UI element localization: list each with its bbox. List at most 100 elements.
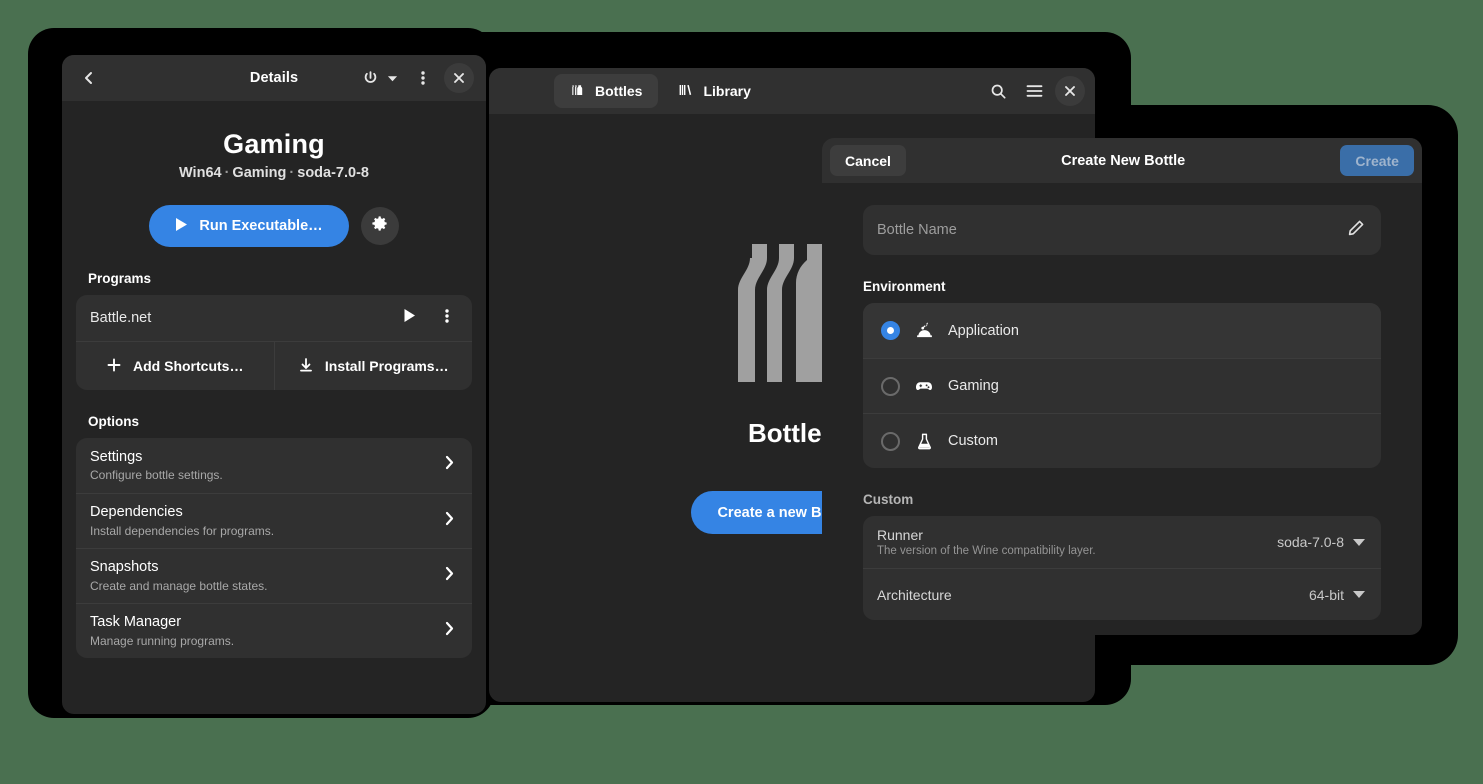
main-close-button[interactable] xyxy=(1055,76,1085,106)
chevron-right-icon xyxy=(443,454,456,476)
tab-library-label: Library xyxy=(703,83,750,99)
custom-row-desc: The version of the Wine compatibility la… xyxy=(877,545,1277,557)
option-row-task-manager[interactable]: Task Manager Manage running programs. xyxy=(76,603,472,658)
custom-row-title: Architecture xyxy=(877,587,1309,603)
pencil-icon[interactable] xyxy=(1347,219,1365,242)
close-icon xyxy=(1064,85,1076,97)
power-dropdown-caret-icon[interactable] xyxy=(382,63,402,93)
bottle-name-field[interactable]: Bottle Name xyxy=(863,205,1381,255)
details-menu-button[interactable] xyxy=(408,63,438,93)
option-title: Task Manager xyxy=(90,613,443,631)
bottle-settings-button[interactable] xyxy=(361,207,399,245)
radio-application[interactable] xyxy=(881,321,900,340)
chevron-right-icon xyxy=(443,565,456,587)
custom-row-architecture[interactable]: Architecture 64-bit xyxy=(863,568,1381,620)
custom-row-title: Runner xyxy=(877,527,1277,543)
add-shortcuts-label: Add Shortcuts… xyxy=(133,358,243,374)
custom-section-label: Custom xyxy=(863,492,1381,507)
create-dialog-title: Create New Bottle xyxy=(1061,153,1185,169)
environment-card: Application Gaming xyxy=(863,303,1381,468)
custom-card: Runner The version of the Wine compatibi… xyxy=(863,516,1381,620)
environment-option-custom[interactable]: Custom xyxy=(863,413,1381,468)
cancel-button[interactable]: Cancel xyxy=(830,145,906,176)
run-row: Run Executable… xyxy=(76,205,472,247)
runner-value: soda-7.0-8 xyxy=(1277,534,1344,550)
application-icon xyxy=(914,321,934,340)
environment-option-label: Application xyxy=(948,323,1019,339)
options-section-label: Options xyxy=(88,414,472,429)
kebab-menu-icon xyxy=(445,308,449,329)
radio-custom[interactable] xyxy=(881,432,900,451)
library-icon xyxy=(678,82,694,101)
main-menu-button[interactable] xyxy=(1019,76,1049,106)
environment-option-label: Custom xyxy=(948,433,998,449)
screen: Details Gaming Win64·Gaming·soda-7.0-8 xyxy=(0,0,1483,784)
chevron-right-icon xyxy=(443,620,456,642)
radio-gaming[interactable] xyxy=(881,377,900,396)
program-row[interactable]: Battle.net xyxy=(76,295,472,341)
bottles-icon xyxy=(570,82,586,101)
option-title: Dependencies xyxy=(90,503,443,521)
create-new-bottle-dialog: Cancel Create New Bottle Create Bottle N… xyxy=(822,138,1422,635)
gear-icon xyxy=(370,214,389,238)
view-switcher: Bottles Library xyxy=(554,74,767,108)
gamepad-icon xyxy=(914,376,934,396)
option-desc: Create and manage bottle states. xyxy=(90,579,443,593)
subtitle-separator-1: · xyxy=(222,165,233,181)
option-row-dependencies[interactable]: Dependencies Install dependencies for pr… xyxy=(76,493,472,548)
details-close-button[interactable] xyxy=(444,63,474,93)
option-desc: Configure bottle settings. xyxy=(90,468,443,482)
play-icon xyxy=(403,308,416,328)
option-desc: Manage running programs. xyxy=(90,634,443,648)
create-dialog-body: Bottle Name Environment xyxy=(822,183,1422,620)
chevron-right-icon xyxy=(443,510,456,532)
option-title: Snapshots xyxy=(90,558,443,576)
bottle-environment: Gaming xyxy=(232,165,286,181)
tab-bottles[interactable]: Bottles xyxy=(554,74,658,108)
bottle-details-window: Details Gaming Win64·Gaming·soda-7.0-8 xyxy=(62,55,486,714)
flask-icon xyxy=(914,432,934,451)
program-name: Battle.net xyxy=(90,310,386,326)
create-dialog-titlebar: Cancel Create New Bottle Create xyxy=(822,138,1422,183)
details-body: Gaming Win64·Gaming·soda-7.0-8 Run Execu… xyxy=(62,129,486,658)
search-icon xyxy=(990,83,1007,100)
bottle-name-placeholder: Bottle Name xyxy=(877,222,1337,238)
tab-library[interactable]: Library xyxy=(662,74,766,108)
run-executable-label: Run Executable… xyxy=(199,218,322,234)
install-programs-button[interactable]: Install Programs… xyxy=(274,342,473,390)
programs-actions: Add Shortcuts… Install Programs… xyxy=(76,341,472,390)
architecture-dropdown[interactable]: 64-bit xyxy=(1309,587,1365,603)
main-titlebar: Bottles Library xyxy=(489,68,1095,114)
main-titlebar-actions xyxy=(983,76,1085,106)
architecture-value: 64-bit xyxy=(1309,587,1344,603)
download-icon xyxy=(298,357,314,376)
plus-icon xyxy=(106,357,122,376)
option-row-snapshots[interactable]: Snapshots Create and manage bottle state… xyxy=(76,548,472,603)
program-menu-button[interactable] xyxy=(432,303,462,333)
power-button[interactable] xyxy=(358,63,382,93)
chevron-down-icon xyxy=(1353,591,1365,598)
bottle-runner: soda-7.0-8 xyxy=(297,165,369,181)
programs-section-label: Programs xyxy=(88,271,472,286)
option-row-settings[interactable]: Settings Configure bottle settings. xyxy=(76,438,472,493)
subtitle-separator-2: · xyxy=(286,165,297,181)
back-button[interactable] xyxy=(74,63,104,93)
program-run-button[interactable] xyxy=(394,303,424,333)
environment-section-label: Environment xyxy=(863,279,1381,294)
environment-option-application[interactable]: Application xyxy=(863,303,1381,358)
bottle-arch: Win64 xyxy=(179,165,222,181)
option-desc: Install dependencies for programs. xyxy=(90,524,443,538)
install-programs-label: Install Programs… xyxy=(325,358,449,374)
search-button[interactable] xyxy=(983,76,1013,106)
hamburger-menu-icon xyxy=(1026,84,1043,98)
environment-option-gaming[interactable]: Gaming xyxy=(863,358,1381,413)
bottle-subtitle: Win64·Gaming·soda-7.0-8 xyxy=(76,165,472,181)
run-executable-button[interactable]: Run Executable… xyxy=(149,205,348,247)
custom-row-runner[interactable]: Runner The version of the Wine compatibi… xyxy=(863,516,1381,568)
programs-card: Battle.net Add Shortcuts… Ins xyxy=(76,295,472,390)
runner-dropdown[interactable]: soda-7.0-8 xyxy=(1277,534,1365,550)
options-card: Settings Configure bottle settings. Depe… xyxy=(76,438,472,658)
create-button[interactable]: Create xyxy=(1340,145,1414,176)
add-shortcuts-button[interactable]: Add Shortcuts… xyxy=(76,342,274,390)
bottle-name: Gaming xyxy=(76,129,472,160)
